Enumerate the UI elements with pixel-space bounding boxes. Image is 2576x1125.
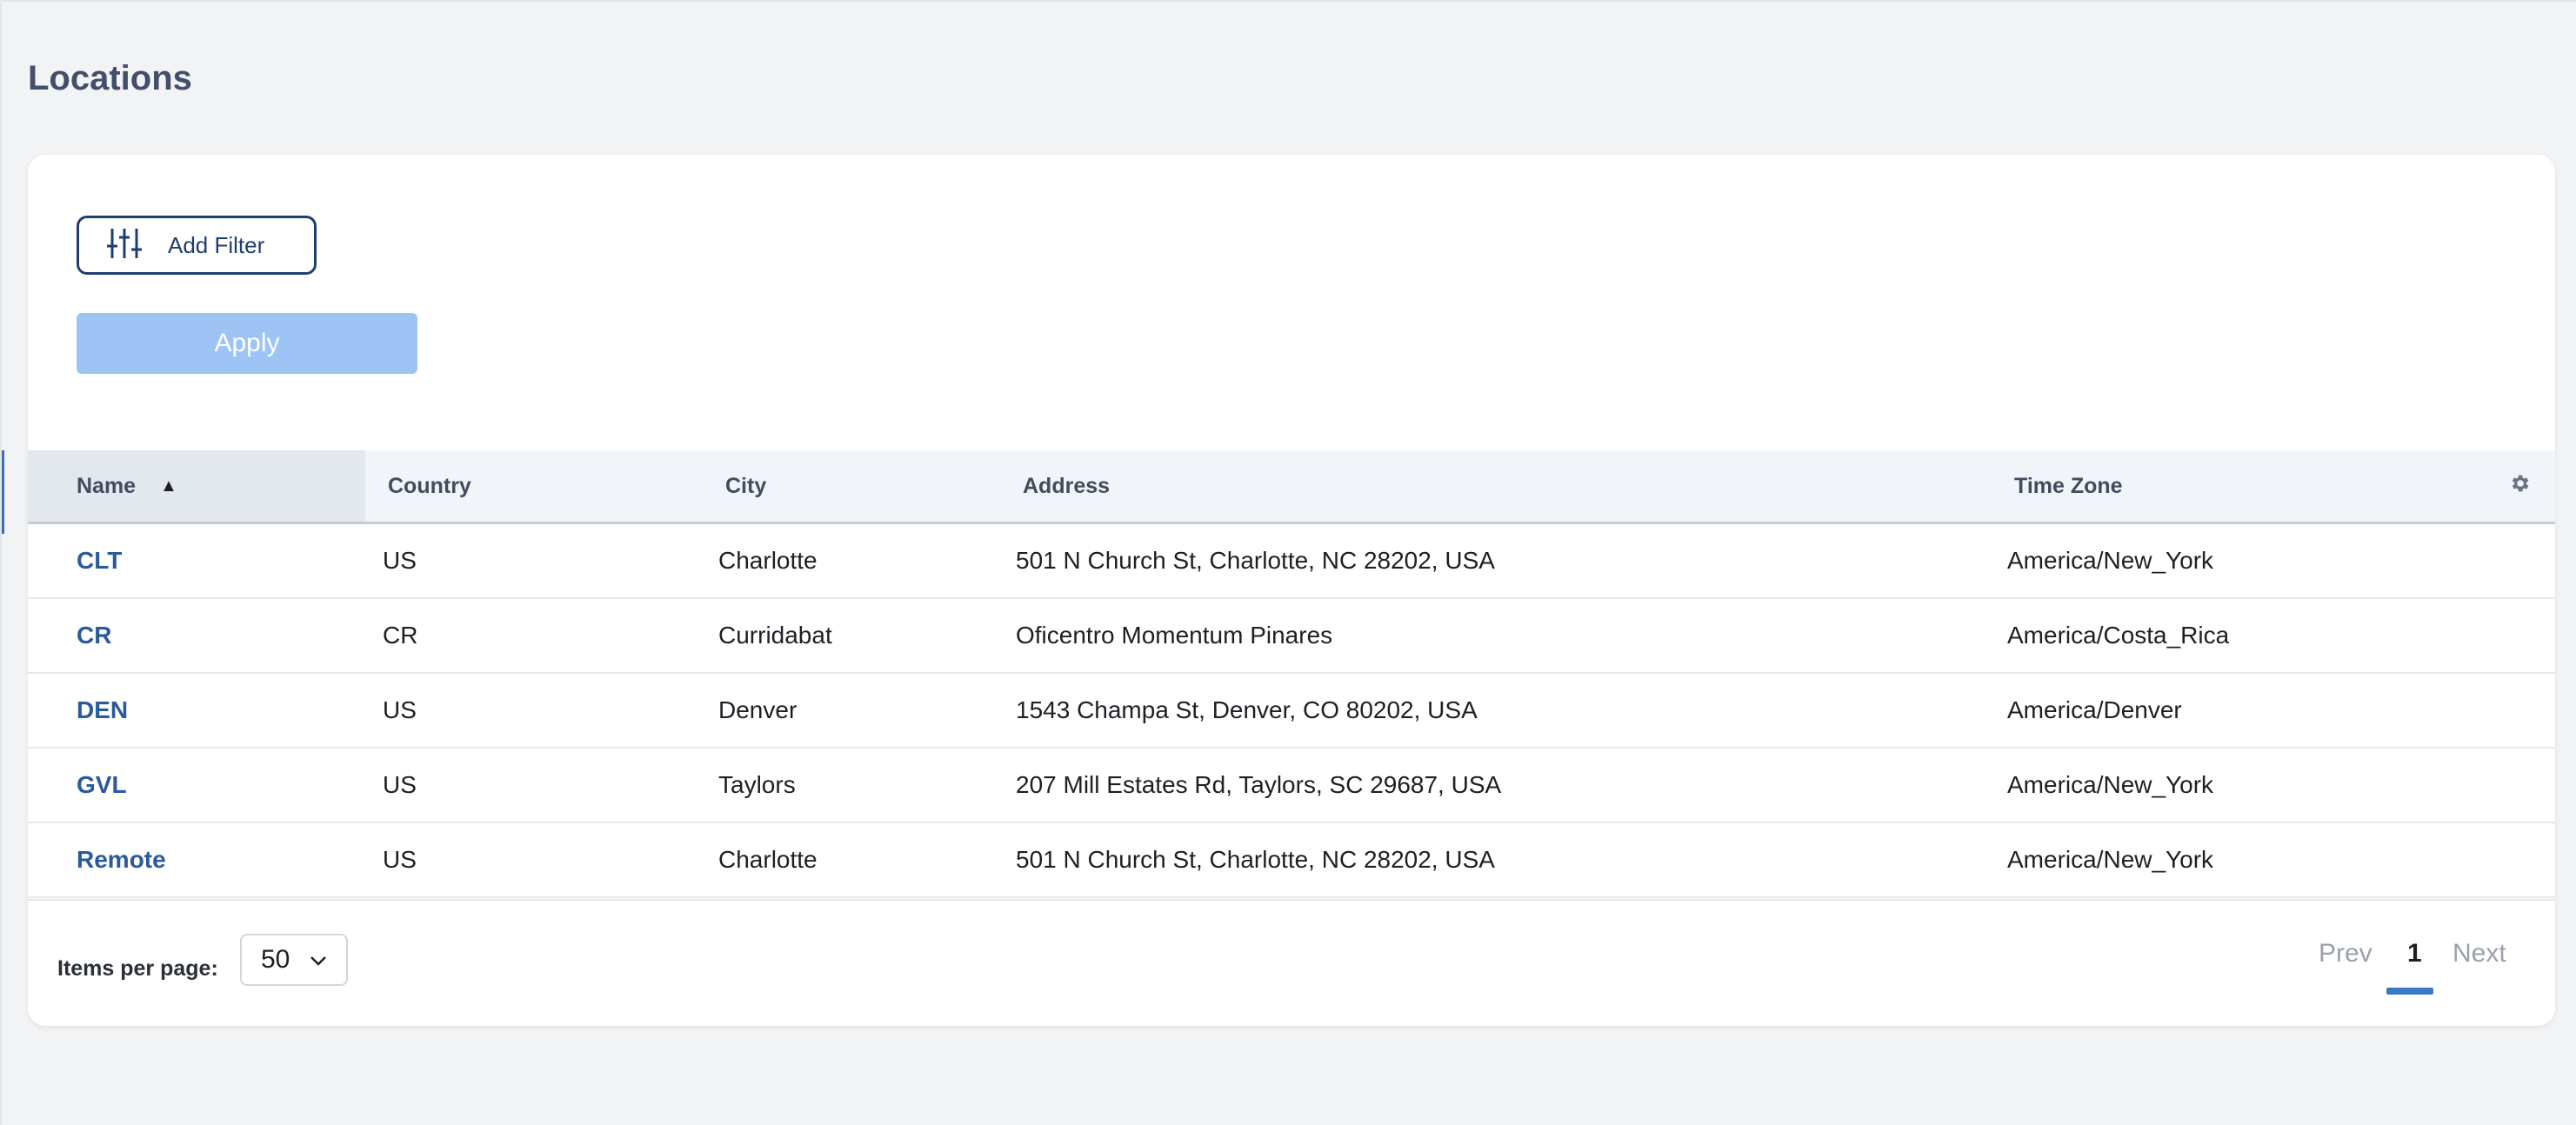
current-page-indicator (2386, 988, 2433, 995)
table-header-row: Name ▲ Country City Address Time Zone (28, 450, 2555, 523)
sort-ascending-icon: ▲ (160, 476, 177, 496)
city-cell: Denver (718, 696, 797, 723)
address-cell: 501 N Church St, Charlotte, NC 28202, US… (1016, 846, 1495, 873)
time-zone-cell: America/New_York (2007, 846, 2214, 873)
next-page-button[interactable]: Next (2453, 939, 2506, 969)
city-cell: Charlotte (718, 547, 818, 574)
location-link[interactable]: DEN (77, 696, 128, 724)
table-row: CLT US Charlotte 501 N Church St, Charlo… (28, 523, 2555, 598)
country-cell: US (383, 547, 417, 574)
pagination-bar: Items per page: 50 Prev 1 Next (28, 899, 2555, 1026)
add-filter-label: Add Filter (168, 231, 265, 258)
location-link[interactable]: CLT (77, 547, 122, 575)
time-zone-cell: America/Denver (2007, 696, 2182, 723)
prev-page-button[interactable]: Prev (2319, 939, 2372, 969)
side-indicator (2, 450, 4, 534)
page: Locations Add Filter Apply Name ▲ Countr… (0, 0, 2576, 1125)
location-link[interactable]: CR (77, 622, 111, 649)
address-cell: Oficentro Momentum Pinares (1016, 622, 1333, 649)
location-link[interactable]: GVL (77, 771, 127, 799)
table-row: DEN US Denver 1543 Champa St, Denver, CO… (28, 673, 2555, 748)
add-filter-button[interactable]: Add Filter (77, 216, 317, 275)
country-cell: US (383, 771, 417, 798)
city-cell: Curridabat (718, 622, 832, 649)
column-header-name[interactable]: Name ▲ (28, 450, 365, 523)
table-row: CR CR Curridabat Oficentro Momentum Pina… (28, 598, 2555, 673)
items-per-page-select[interactable]: 50 (240, 934, 348, 986)
items-per-page-label: Items per page: (57, 956, 218, 981)
country-cell: US (383, 696, 417, 723)
locations-card: Add Filter Apply Name ▲ Country City Add… (28, 155, 2555, 1026)
column-header-address[interactable]: Address (988, 450, 1999, 523)
address-cell: 501 N Church St, Charlotte, NC 28202, US… (1016, 547, 1495, 574)
time-zone-cell: America/New_York (2007, 547, 2214, 574)
table-row: GVL US Taylors 207 Mill Estates Rd, Tayl… (28, 748, 2555, 822)
sliders-icon (107, 227, 142, 264)
column-header-city[interactable]: City (691, 450, 988, 523)
page-title: Locations (28, 59, 192, 97)
items-per-page-value: 50 (261, 945, 290, 974)
address-cell: 207 Mill Estates Rd, Taylors, SC 29687, … (1016, 771, 1502, 798)
gear-icon[interactable] (2508, 472, 2531, 501)
time-zone-cell: America/Costa_Rica (2007, 622, 2230, 649)
apply-button[interactable]: Apply (77, 313, 417, 374)
current-page-button[interactable]: 1 (2407, 939, 2422, 969)
country-cell: CR (383, 622, 418, 649)
country-cell: US (383, 846, 417, 873)
city-cell: Charlotte (718, 846, 818, 873)
locations-table: Name ▲ Country City Address Time Zone CL… (28, 450, 2555, 898)
table-row: Remote US Charlotte 501 N Church St, Cha… (28, 822, 2555, 897)
location-link[interactable]: Remote (77, 846, 166, 874)
city-cell: Taylors (718, 771, 796, 798)
column-header-time-zone[interactable]: Time Zone (1999, 450, 2555, 523)
column-header-country[interactable]: Country (365, 450, 691, 523)
time-zone-cell: America/New_York (2007, 771, 2214, 798)
address-cell: 1543 Champa St, Denver, CO 80202, USA (1016, 696, 1478, 723)
